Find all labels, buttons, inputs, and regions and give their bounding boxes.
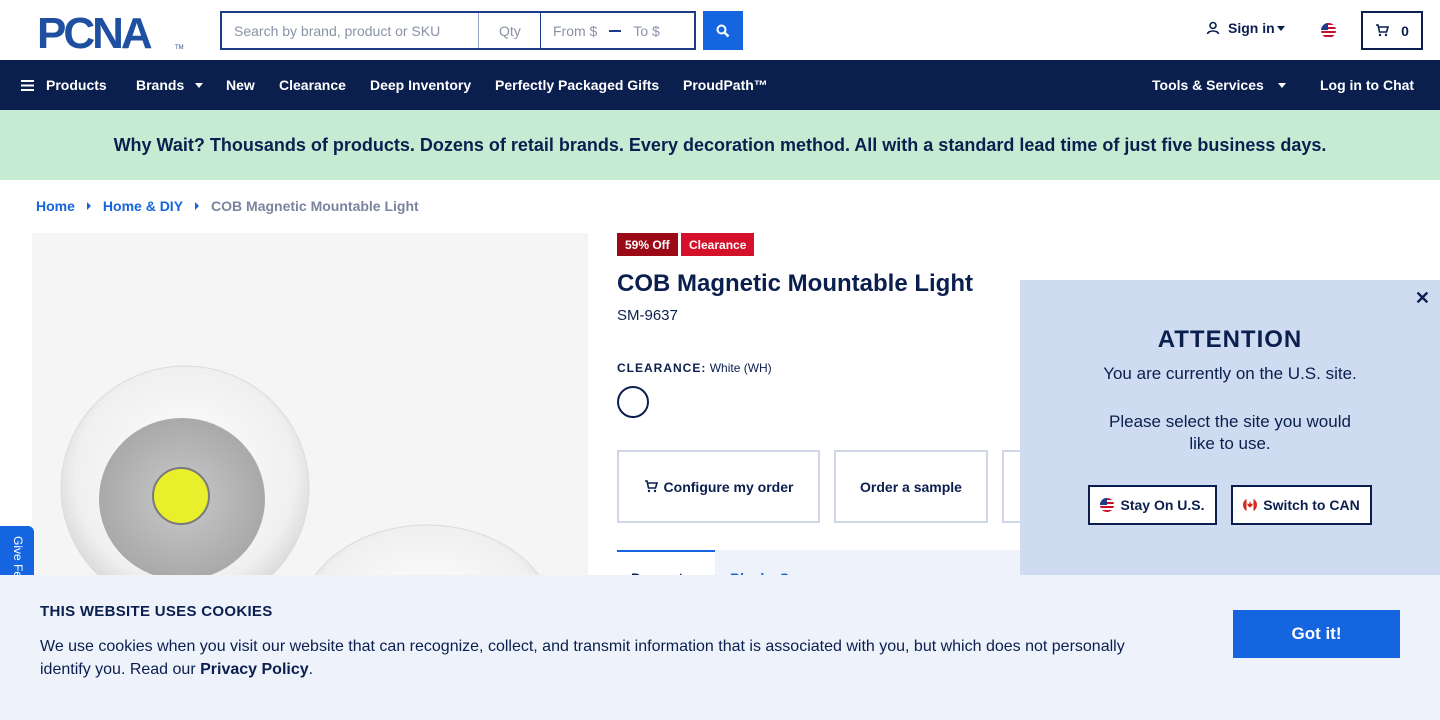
pcna-logo[interactable]: PCNA TM: [37, 12, 185, 50]
clearance-label: CLEARANCE:: [617, 361, 707, 375]
product-sku: SM-9637: [617, 307, 678, 324]
main-nav: Products Brands New Clearance Deep Inven…: [0, 60, 1440, 110]
cookie-period: .: [308, 661, 314, 678]
qty-input[interactable]: Qty: [479, 13, 541, 48]
modal-title: ATTENTION: [1157, 326, 1303, 353]
nav-perfectly-packaged-gifts[interactable]: Perfectly Packaged Gifts: [495, 60, 659, 110]
got-it-button[interactable]: Got it!: [1233, 610, 1400, 658]
stay-on-us-button[interactable]: Stay On U.S.: [1088, 485, 1217, 525]
cart-count: 0: [1401, 22, 1409, 39]
chevron-down-icon: [1276, 25, 1285, 31]
svg-text:TM: TM: [175, 45, 184, 50]
nav-deep-inventory[interactable]: Deep Inventory: [370, 60, 471, 110]
cart-icon: [644, 480, 658, 493]
stay-on-us-label: Stay On U.S.: [1120, 497, 1205, 513]
chevron-down-icon: [195, 82, 204, 88]
sign-in-label: Sign in: [1228, 20, 1275, 36]
site-select-modal: ✕ ATTENTION You are currently on the U.S…: [1020, 280, 1440, 575]
top-header: PCNA TM Search by brand, product or SKU …: [0, 0, 1440, 60]
nav-products-label: Products: [46, 77, 107, 93]
chevron-right-icon: [86, 202, 91, 210]
range-dash: [609, 29, 622, 32]
nav-tools-services[interactable]: Tools & Services: [1152, 60, 1286, 110]
cart-button[interactable]: 0: [1361, 11, 1423, 50]
cart-icon: [1376, 24, 1390, 37]
discount-badge: 59% Off: [617, 233, 678, 256]
search-bar: Search by brand, product or SKU Qty From…: [220, 11, 696, 50]
logo-text: PCNA: [37, 12, 152, 50]
price-from-input[interactable]: From $: [553, 23, 597, 39]
breadcrumb-category[interactable]: Home & DIY: [103, 198, 183, 214]
chevron-down-icon: [1277, 82, 1286, 88]
user-icon: [1206, 21, 1220, 35]
color-selection-label: CLEARANCE: White (WH): [617, 361, 772, 375]
sign-in-menu[interactable]: Sign in: [1206, 20, 1285, 36]
search-button[interactable]: [703, 11, 743, 50]
cookie-text: We use cookies when you visit our websit…: [40, 635, 1150, 681]
nav-brands[interactable]: Brands: [136, 60, 204, 110]
search-icon: [716, 24, 730, 37]
nav-clearance[interactable]: Clearance: [279, 60, 346, 110]
breadcrumb-current: COB Magnetic Mountable Light: [211, 198, 419, 214]
privacy-policy-link[interactable]: Privacy Policy: [200, 661, 309, 678]
order-sample-label: Order a sample: [860, 478, 962, 495]
us-flag-icon[interactable]: [1321, 23, 1336, 38]
switch-to-can-button[interactable]: Switch to CAN: [1231, 485, 1372, 525]
breadcrumb-home[interactable]: Home: [36, 198, 75, 214]
configure-order-label: Configure my order: [663, 478, 794, 495]
clearance-badge: Clearance: [681, 233, 755, 256]
cookie-banner: THIS WEBSITE USES COOKIES We use cookies…: [0, 575, 1440, 720]
nav-tools-label: Tools & Services: [1152, 77, 1264, 93]
chevron-right-icon: [195, 202, 200, 210]
cookie-title: THIS WEBSITE USES COOKIES: [40, 603, 273, 620]
price-to-input[interactable]: To $: [633, 23, 659, 39]
menu-icon: [21, 79, 34, 91]
order-sample-button[interactable]: Order a sample: [834, 450, 988, 523]
nav-log-in-to-chat[interactable]: Log in to Chat: [1320, 60, 1414, 110]
promo-banner: Why Wait? Thousands of products. Dozens …: [0, 110, 1440, 180]
feedback-label: Give Fe: [11, 536, 25, 579]
breadcrumb: Home Home & DIY COB Magnetic Mountable L…: [36, 198, 419, 214]
close-icon[interactable]: ✕: [1415, 288, 1430, 309]
nav-proudpath[interactable]: ProudPath™: [683, 60, 768, 110]
nav-brands-label: Brands: [136, 77, 185, 93]
modal-select-text: Please select the site you would like to…: [1109, 412, 1351, 453]
switch-to-can-label: Switch to CAN: [1263, 497, 1360, 513]
search-input[interactable]: Search by brand, product or SKU: [222, 13, 479, 48]
configure-order-button[interactable]: Configure my order: [617, 450, 820, 523]
color-swatch-white[interactable]: [617, 386, 649, 418]
us-flag-icon: [1100, 498, 1115, 512]
nav-products[interactable]: Products: [21, 60, 107, 110]
product-title: COB Magnetic Mountable Light: [617, 270, 973, 297]
canada-flag-icon: [1243, 498, 1258, 512]
color-value: White (WH): [709, 361, 772, 375]
price-range: From $ To $: [541, 13, 696, 48]
modal-current-site-text: You are currently on the U.S. site.: [1103, 364, 1357, 383]
nav-new[interactable]: New: [226, 60, 255, 110]
